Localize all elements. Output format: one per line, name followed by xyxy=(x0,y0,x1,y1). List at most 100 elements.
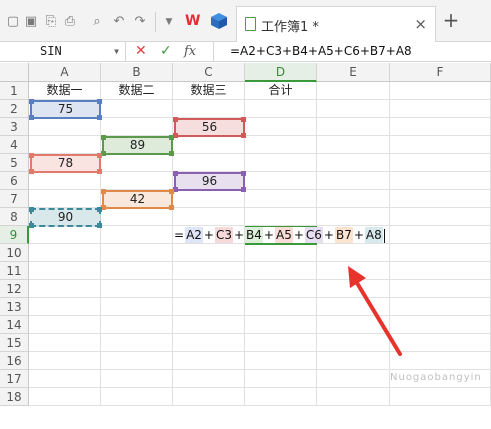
cell-E8[interactable] xyxy=(317,208,390,226)
row-header-12[interactable]: 12 xyxy=(0,280,29,298)
cell-E7[interactable] xyxy=(317,190,390,208)
cell-A15[interactable] xyxy=(29,334,101,352)
cancel-button[interactable]: ✕ xyxy=(135,42,149,61)
cell-B5[interactable] xyxy=(101,154,173,172)
row-header-9[interactable]: 9 xyxy=(0,226,29,244)
cell-C17[interactable] xyxy=(173,370,245,388)
cell-formula-editor[interactable]: = A2 + C3 + B4 + A5 + C6 + B7 + A8 xyxy=(173,226,385,245)
cell-B13[interactable] xyxy=(101,298,173,316)
cell-A12[interactable] xyxy=(29,280,101,298)
referenced-cell-B4[interactable]: 89 xyxy=(101,135,174,156)
cell-B6[interactable] xyxy=(101,172,173,190)
close-tab-icon[interactable]: × xyxy=(414,14,427,34)
cell-B18[interactable] xyxy=(101,388,173,406)
cell-A3[interactable] xyxy=(29,118,101,136)
cell-B2[interactable] xyxy=(101,100,173,118)
row-header-10[interactable]: 10 xyxy=(0,244,29,262)
cell-B3[interactable] xyxy=(101,118,173,136)
cell-D5[interactable] xyxy=(245,154,317,172)
document-tab[interactable]: 工作簿1 * × xyxy=(236,6,436,42)
cell-E4[interactable] xyxy=(317,136,390,154)
row-header-13[interactable]: 13 xyxy=(0,298,29,316)
column-header-A[interactable]: A xyxy=(29,63,101,82)
cell-A4[interactable] xyxy=(29,136,101,154)
row-header-18[interactable]: 18 xyxy=(0,388,29,406)
row-header-4[interactable]: 4 xyxy=(0,136,29,154)
row-header-14[interactable]: 14 xyxy=(0,316,29,334)
confirm-button[interactable]: ✓ xyxy=(160,42,174,61)
column-header-C[interactable]: C xyxy=(173,63,245,82)
cell-A11[interactable] xyxy=(29,262,101,280)
cell-F7[interactable] xyxy=(390,190,491,208)
row-header-6[interactable]: 6 xyxy=(0,172,29,190)
cell-F1[interactable] xyxy=(390,82,491,100)
cell-B1[interactable]: 数据二 xyxy=(101,82,173,100)
cell-A18[interactable] xyxy=(29,388,101,406)
redo-icon[interactable]: ↷ xyxy=(133,15,147,29)
select-all-corner[interactable] xyxy=(0,63,29,82)
column-header-E[interactable]: E xyxy=(317,63,390,82)
cell-A9[interactable] xyxy=(29,226,101,244)
cell-B9[interactable] xyxy=(101,226,173,244)
cell-E6[interactable] xyxy=(317,172,390,190)
insert-function-button[interactable]: fx xyxy=(184,42,196,61)
row-header-16[interactable]: 16 xyxy=(0,352,29,370)
cell-E1[interactable] xyxy=(317,82,390,100)
referenced-cell-B7[interactable]: 42 xyxy=(101,189,174,210)
cell-B10[interactable] xyxy=(101,244,173,262)
cell-F8[interactable] xyxy=(390,208,491,226)
cell-B14[interactable] xyxy=(101,316,173,334)
cell-B8[interactable] xyxy=(101,208,173,226)
row-header-5[interactable]: 5 xyxy=(0,154,29,172)
row-header-15[interactable]: 15 xyxy=(0,334,29,352)
cell-C10[interactable] xyxy=(173,244,245,262)
row-header-7[interactable]: 7 xyxy=(0,190,29,208)
cell-D1[interactable]: 合计 xyxy=(245,82,317,100)
cube-icon[interactable] xyxy=(210,12,228,30)
cell-C2[interactable] xyxy=(173,100,245,118)
cell-E2[interactable] xyxy=(317,100,390,118)
row-header-3[interactable]: 3 xyxy=(0,118,29,136)
cell-B17[interactable] xyxy=(101,370,173,388)
cell-A13[interactable] xyxy=(29,298,101,316)
cell-D3[interactable] xyxy=(245,118,317,136)
export-icon[interactable]: ⎘ xyxy=(44,15,58,29)
cell-D10[interactable] xyxy=(245,244,317,262)
cell-D6[interactable] xyxy=(245,172,317,190)
cell-F18[interactable] xyxy=(390,388,491,406)
cell-C18[interactable] xyxy=(173,388,245,406)
cell-E5[interactable] xyxy=(317,154,390,172)
cell-F4[interactable] xyxy=(390,136,491,154)
row-header-17[interactable]: 17 xyxy=(0,370,29,388)
cell-E3[interactable] xyxy=(317,118,390,136)
cell-B11[interactable] xyxy=(101,262,173,280)
cell-F6[interactable] xyxy=(390,172,491,190)
cell-D18[interactable] xyxy=(245,388,317,406)
cell-C15[interactable] xyxy=(173,334,245,352)
cell-C7[interactable] xyxy=(173,190,245,208)
save-icon[interactable]: ▣ xyxy=(24,15,38,29)
print-icon[interactable]: ⎙ xyxy=(63,15,77,29)
cell-C11[interactable] xyxy=(173,262,245,280)
cell-A14[interactable] xyxy=(29,316,101,334)
print-preview-icon[interactable]: ⌕ xyxy=(90,15,104,29)
cell-A10[interactable] xyxy=(29,244,101,262)
cell-C13[interactable] xyxy=(173,298,245,316)
cell-C4[interactable] xyxy=(173,136,245,154)
cell-D14[interactable] xyxy=(245,316,317,334)
cell-E17[interactable] xyxy=(317,370,390,388)
cell-A16[interactable] xyxy=(29,352,101,370)
cell-D16[interactable] xyxy=(245,352,317,370)
referenced-cell-C6[interactable]: 96 xyxy=(173,171,246,192)
cell-F10[interactable] xyxy=(390,244,491,262)
cell-E18[interactable] xyxy=(317,388,390,406)
cell-A7[interactable] xyxy=(29,190,101,208)
cell-F3[interactable] xyxy=(390,118,491,136)
undo-icon[interactable]: ↶ xyxy=(112,15,126,29)
cell-D17[interactable] xyxy=(245,370,317,388)
new-tab-button[interactable]: + xyxy=(441,10,461,30)
cell-D11[interactable] xyxy=(245,262,317,280)
chevron-down-icon[interactable]: ▼ xyxy=(162,15,176,29)
cell-B15[interactable] xyxy=(101,334,173,352)
row-header-8[interactable]: 8 xyxy=(0,208,29,226)
